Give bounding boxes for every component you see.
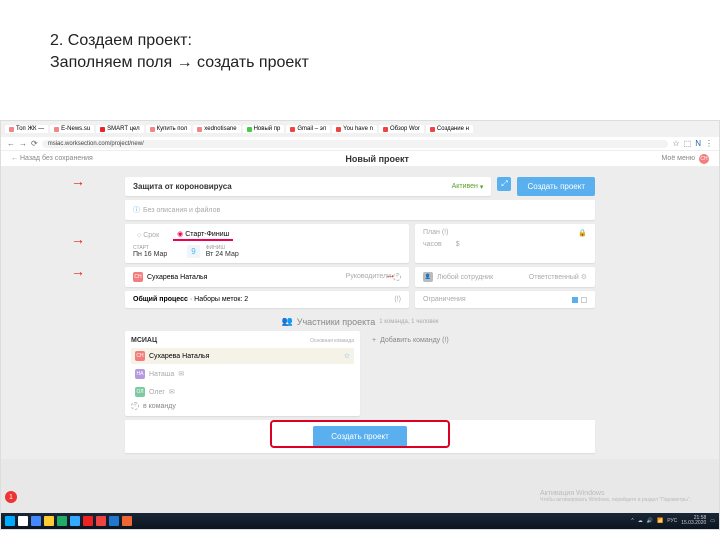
plan-money[interactable]: $ xyxy=(456,241,460,248)
word-icon[interactable] xyxy=(109,516,119,526)
profile-icon[interactable]: N xyxy=(695,139,701,148)
add-team-link[interactable]: + Добавить команду (!) xyxy=(366,331,595,350)
create-project-button[interactable]: Создать проект xyxy=(517,177,595,196)
my-menu-link[interactable]: Моё меню xyxy=(662,155,695,162)
back-link[interactable]: ← Назад без сохранения xyxy=(11,155,93,162)
team-role: Основная команда xyxy=(310,338,354,344)
info-icon: ⓘ xyxy=(133,205,140,215)
page-header: ← Назад без сохранения Новый проект Моё … xyxy=(1,151,719,167)
start-icon[interactable] xyxy=(5,516,15,526)
mail-icon: ✉ xyxy=(169,388,175,396)
forward-icon[interactable]: → xyxy=(19,139,27,148)
finish-date[interactable]: Вт 24 Мар xyxy=(206,251,239,258)
task-search-icon[interactable] xyxy=(18,516,28,526)
explorer-icon[interactable] xyxy=(44,516,54,526)
duration-days: 9 xyxy=(187,245,199,258)
participants-header: 👥 Участники проекта 1 команда, 1 человек xyxy=(1,316,719,327)
team-member-row[interactable]: СНСухарева Наталья ☆ xyxy=(131,348,354,364)
avatar[interactable]: СН xyxy=(699,154,709,164)
status-badge[interactable]: Активен ▾ xyxy=(452,183,484,191)
tray-cloud-icon[interactable]: ☁ xyxy=(638,518,643,524)
clock-date[interactable]: 15.03.2020 xyxy=(681,521,706,526)
plan-hours[interactable]: часов xyxy=(423,241,442,248)
annotation-arrow xyxy=(385,269,396,281)
tab[interactable]: Купить пол xyxy=(146,125,192,133)
mail-icon: ✉ xyxy=(178,370,184,378)
browser-tabs: Топ ЖК — E-News.su SMART цел Купить пол … xyxy=(1,121,719,137)
app-icon[interactable] xyxy=(96,516,106,526)
tab[interactable]: You have n xyxy=(332,125,377,133)
browser-window: Топ ЖК — E-News.su SMART цел Купить пол … xyxy=(0,120,720,530)
powerpoint-icon[interactable] xyxy=(122,516,132,526)
annotation-arrow xyxy=(71,173,85,189)
star-icon[interactable]: ☆ xyxy=(344,352,350,360)
expand-icon[interactable]: ⤢ xyxy=(497,177,511,191)
annotation-arrow xyxy=(71,263,85,279)
back-icon[interactable]: ← xyxy=(7,139,15,148)
reload-icon[interactable]: ⟳ xyxy=(31,139,38,148)
slide-instruction: Заполняем поля → создать проект xyxy=(50,52,670,74)
project-name: Защита от короновируса xyxy=(133,182,232,191)
start-finish-option[interactable]: ◉ Старт-Финиш xyxy=(173,229,233,241)
page-title: Новый проект xyxy=(345,154,409,164)
add-to-team-link[interactable]: + в команду xyxy=(131,402,354,410)
tray-wifi-icon[interactable]: 📶 xyxy=(657,518,663,524)
tray-lang[interactable]: РУС xyxy=(667,518,677,524)
tab[interactable]: E-News.su xyxy=(50,125,94,133)
process-card[interactable]: Общий процесс · Наборы меток: 2 (!) xyxy=(125,291,409,308)
address-bar: ← → ⟳ msiac.worksection.com/project/new/… xyxy=(1,137,719,151)
tray-notification-icon[interactable]: ▭ xyxy=(710,518,715,524)
slide-step: 2. Создаем проект: xyxy=(50,30,670,52)
menu-icon[interactable]: ⋮ xyxy=(705,139,713,148)
description-card[interactable]: ⓘ Без описания и файлов xyxy=(125,200,595,220)
user-icon: 👤 xyxy=(423,272,433,282)
dates-card: ○ Срок ◉ Старт-Финиш СТАРТ Пн 16 Мар 9 Ф… xyxy=(125,224,409,263)
tab[interactable]: Топ ЖК — xyxy=(5,125,48,133)
url-field[interactable]: msiac.worksection.com/project/new/ xyxy=(42,140,669,148)
add-icon: + xyxy=(131,402,139,410)
plan-card: План (!) 🔒 часов $ xyxy=(415,224,595,263)
plan-label: План (!) xyxy=(423,229,448,237)
team-name: МСИАЦ xyxy=(131,337,157,344)
notification-badge[interactable]: 1 xyxy=(5,491,17,503)
edge-icon[interactable] xyxy=(31,516,41,526)
term-option[interactable]: ○ Срок xyxy=(133,231,163,240)
footer-create-bar: Создать проект xyxy=(125,420,595,453)
team-member-row[interactable]: НАНаташа ✉ xyxy=(131,366,354,382)
restrictions-card[interactable]: Ограничения xyxy=(415,291,595,308)
annotation-arrow xyxy=(71,231,85,247)
responsible-card[interactable]: 👤 Любой сотрудник Ответственный ⚙ xyxy=(415,267,595,287)
user-avatar-icon: СН xyxy=(133,272,143,282)
team-card: МСИАЦ Основная команда СНСухарева Наталь… xyxy=(125,331,360,416)
tab[interactable]: xednotisane xyxy=(193,125,240,133)
tray-volume-icon[interactable]: 🔊 xyxy=(647,518,653,524)
users-icon: 👥 xyxy=(282,316,293,327)
project-name-card[interactable]: Защита от короновируса Активен ▾ xyxy=(125,177,491,196)
extension-icon[interactable]: ⬚ xyxy=(684,139,692,148)
manager-card[interactable]: СН Сухарева Наталья Руководители + xyxy=(125,267,409,287)
windows-activation-watermark: Активация Windows Чтобы активировать Win… xyxy=(540,490,691,503)
opera-icon[interactable] xyxy=(83,516,93,526)
gear-icon[interactable]: ⚙ xyxy=(581,274,587,281)
tab[interactable]: Gmail – эл xyxy=(286,125,330,133)
windows-taskbar: ^ ☁ 🔊 📶 РУС 21:58 15.03.2020 ▭ xyxy=(1,513,719,529)
star-icon[interactable]: ☆ xyxy=(672,139,679,148)
tab[interactable]: SMART цел xyxy=(96,125,143,133)
team-member-row[interactable]: ОЛОлег ✉ xyxy=(131,384,354,400)
annotation-highlight xyxy=(270,420,450,448)
mail-icon[interactable] xyxy=(70,516,80,526)
tray-up-icon[interactable]: ^ xyxy=(631,518,633,524)
store-icon[interactable] xyxy=(57,516,67,526)
tab[interactable]: Обзор Wor xyxy=(379,125,424,133)
lock-icon[interactable]: 🔒 xyxy=(578,229,587,237)
tab[interactable]: Создание н xyxy=(426,125,473,133)
start-date[interactable]: Пн 16 Мар xyxy=(133,251,167,258)
tab-active[interactable]: Новый пр xyxy=(243,125,285,133)
